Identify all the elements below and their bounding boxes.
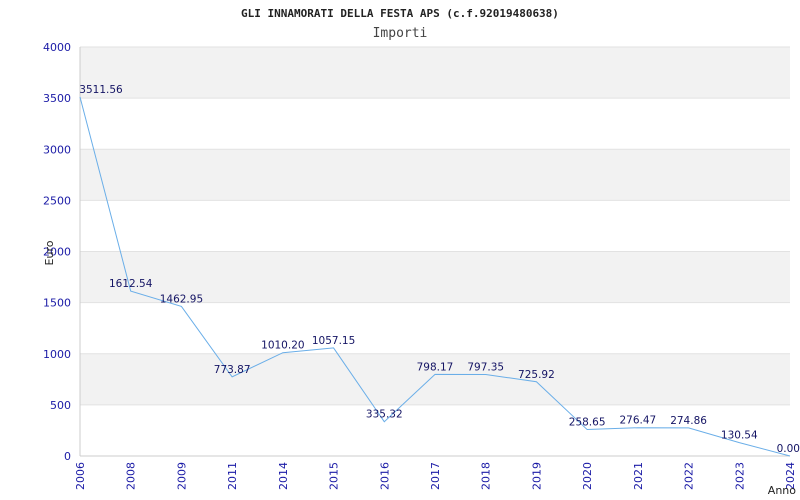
data-label: 1612.54 (109, 278, 153, 290)
y-tick-label: 2500 (43, 194, 71, 207)
data-label: 276.47 (619, 415, 656, 427)
x-tick-label: 2021 (632, 462, 645, 490)
data-label: 798.17 (417, 361, 454, 373)
x-tick-label: 2022 (683, 462, 696, 490)
data-label: 773.87 (214, 364, 251, 376)
plot-band (80, 200, 790, 252)
y-tick-label: 3500 (43, 92, 71, 105)
x-axis-label: Anno (768, 484, 796, 497)
y-tick-label: 3000 (43, 143, 71, 156)
y-tick-label: 4000 (43, 41, 71, 54)
data-label: 3511.56 (79, 84, 123, 96)
x-tick-label: 2015 (328, 462, 341, 490)
data-label: 1010.20 (261, 340, 304, 352)
data-label: 0.00 (777, 443, 800, 455)
x-tick-label: 2009 (175, 462, 188, 490)
data-label: 725.92 (518, 369, 555, 381)
x-tick-label: 2006 (74, 462, 87, 490)
plot-band (80, 302, 790, 354)
x-tick-label: 2016 (378, 462, 391, 490)
x-tick-label: 2020 (581, 462, 594, 490)
chart-title: GLI INNAMORATI DELLA FESTA APS (c.f.9201… (241, 7, 559, 20)
plot-band (80, 98, 790, 150)
data-label: 274.86 (670, 415, 707, 427)
data-label: 1057.15 (312, 335, 355, 347)
y-tick-label: 0 (64, 450, 71, 463)
x-tick-label: 2014 (277, 462, 290, 490)
x-tick-label: 2019 (530, 462, 543, 490)
chart-subtitle: Importi (373, 26, 428, 41)
data-label: 335.32 (366, 409, 403, 421)
plot-band (80, 149, 790, 201)
data-label: 1462.95 (160, 293, 203, 305)
x-axis-ticks: 2006 2008 2009 2011 2014 2015 2016 2017 2018 2019… (74, 462, 797, 490)
x-tick-label: 2011 (226, 462, 239, 490)
x-tick-label: 2008 (125, 462, 138, 490)
x-tick-label: 2017 (429, 462, 442, 490)
data-label: 797.35 (467, 361, 504, 373)
data-label: 258.65 (569, 417, 606, 429)
y-axis-label: Euro (43, 240, 56, 265)
y-tick-label: 1500 (43, 297, 71, 310)
line-chart: GLI INNAMORATI DELLA FESTA APS (c.f.9201… (43, 7, 800, 497)
x-tick-label: 2023 (733, 462, 746, 490)
data-label: 130.54 (721, 430, 758, 442)
plot-band (80, 47, 790, 99)
y-tick-label: 1000 (43, 348, 71, 361)
y-tick-label: 500 (50, 399, 71, 412)
x-tick-label: 2018 (480, 462, 493, 490)
plot-band (80, 404, 790, 456)
